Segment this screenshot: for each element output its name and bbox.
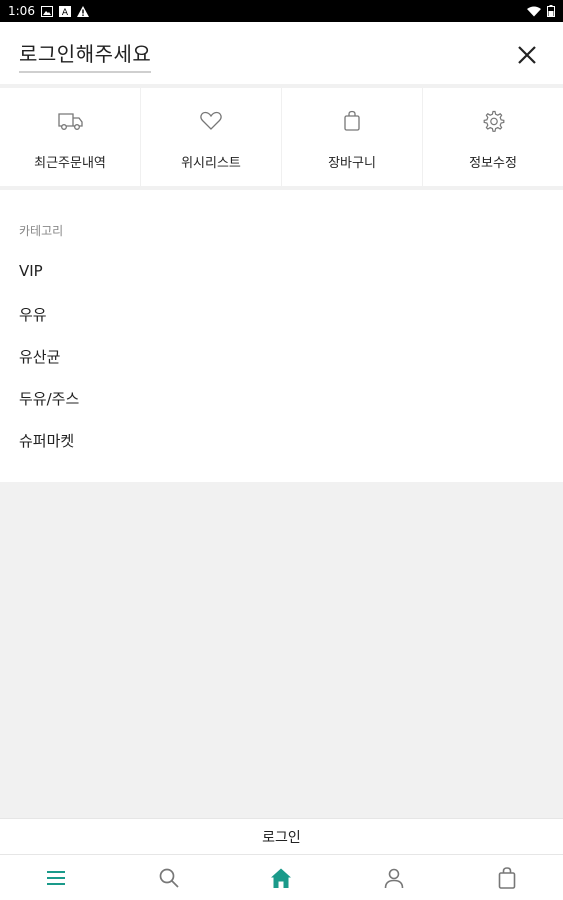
quick-item-wishlist[interactable]: 위시리스트 [141, 88, 282, 186]
quick-item-recent-orders[interactable]: 최근주문내역 [0, 88, 141, 186]
tab-search[interactable] [113, 855, 226, 900]
quick-item-cart[interactable]: 장바구니 [282, 88, 423, 186]
app-notification-icon: A [58, 5, 71, 17]
quick-item-edit-info[interactable]: 정보수정 [423, 88, 563, 186]
category-heading: 카테고리 [19, 224, 64, 238]
gear-icon [478, 108, 508, 134]
tab-cart[interactable] [450, 855, 563, 900]
quick-label-wishlist: 위시리스트 [181, 156, 241, 171]
category-item-supermarket[interactable]: 슈퍼마켓 [19, 430, 79, 472]
category-item-vip[interactable]: VIP [19, 262, 79, 304]
quick-label-edit-info: 정보수정 [469, 156, 517, 171]
category-item-milk[interactable]: 우유 [19, 304, 79, 346]
status-bar: 1:06 A [0, 0, 563, 22]
close-icon [518, 46, 536, 64]
search-icon [159, 868, 179, 888]
cart-bag-icon [498, 866, 515, 889]
close-button[interactable] [514, 42, 540, 68]
bottom-login-label: 로그인 [262, 829, 301, 846]
status-time: 1:06 [8, 4, 35, 18]
user-icon [384, 868, 404, 888]
drawer-header: 로그인해주세요 [0, 22, 563, 84]
menu-icon [47, 870, 66, 885]
wifi-icon [527, 6, 541, 17]
warning-icon [76, 5, 89, 17]
heart-icon [196, 108, 226, 134]
category-item-soymilk-juice[interactable]: 두유/주스 [19, 388, 79, 430]
shopping-bag-icon [337, 108, 367, 134]
login-prompt-title[interactable]: 로그인해주세요 [19, 38, 152, 73]
truck-icon [55, 108, 85, 134]
battery-icon [547, 5, 555, 17]
category-item-probiotics[interactable]: 유산균 [19, 346, 79, 388]
quick-menu: 최근주문내역 위시리스트 장바구니 정보수정 [0, 88, 563, 186]
svg-text:A: A [62, 8, 69, 17]
image-notification-icon [40, 5, 53, 17]
home-icon [271, 868, 292, 888]
quick-label-recent-orders: 최근주문내역 [34, 156, 106, 171]
tab-bar [0, 855, 563, 900]
category-section: 카테고리 VIP 우유 유산균 두유/주스 슈퍼마켓 [0, 190, 563, 482]
quick-label-cart: 장바구니 [328, 156, 376, 171]
tab-my-page[interactable] [338, 855, 451, 900]
status-right [527, 5, 555, 17]
tab-home[interactable] [225, 855, 338, 900]
tab-menu[interactable] [0, 855, 113, 900]
category-list: VIP 우유 유산균 두유/주스 슈퍼마켓 [19, 262, 79, 472]
bottom-login-button[interactable]: 로그인 [0, 818, 563, 855]
status-left: 1:06 A [8, 4, 89, 18]
